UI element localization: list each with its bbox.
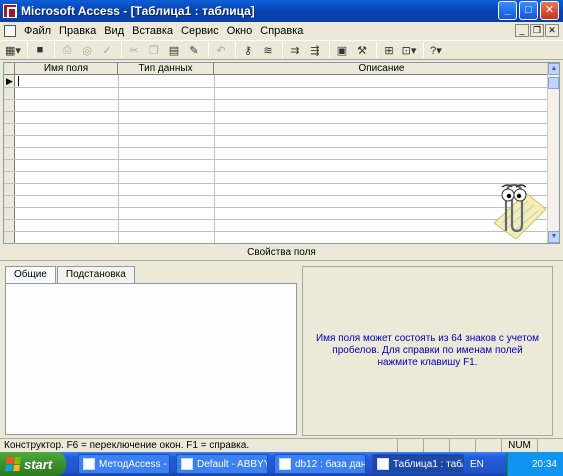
grid-row-line [4, 99, 549, 100]
column-header-description[interactable]: Описание [214, 63, 549, 75]
doc-minimize-button[interactable]: _ [515, 24, 529, 37]
status-pane [449, 439, 475, 452]
status-text: Конструктор. F6 = переключение окон. F1 … [4, 440, 250, 451]
system-tray: 20:34 [507, 452, 563, 476]
help-text-panel: Имя поля может состоять из 64 знаков с у… [302, 266, 553, 436]
scroll-down-icon[interactable]: ▼ [548, 231, 559, 243]
text-cursor [18, 76, 19, 86]
windows-logo-icon [5, 457, 21, 471]
scroll-thumb[interactable] [548, 77, 559, 89]
field-design-grid[interactable]: Имя поля Тип данных Описание ▶ ▲ ▼ [3, 62, 560, 244]
window-title: Microsoft Access - [Таблица1 : таблица] [21, 4, 255, 18]
database-window-icon[interactable]: ⊞ [380, 42, 398, 58]
undo-icon[interactable]: ↶ [212, 42, 230, 58]
grid-row-line [4, 219, 549, 220]
column-header-field-name[interactable]: Имя поля [15, 63, 118, 75]
status-pane [475, 439, 501, 452]
properties-tab-body [5, 283, 297, 435]
grid-row-line [4, 123, 549, 124]
current-row-arrow-icon: ▶ [6, 76, 13, 86]
status-pane [423, 439, 449, 452]
grid-row-line [4, 195, 549, 196]
indexes-icon[interactable]: ≋ [259, 42, 277, 58]
preview-icon[interactable]: ◎ [78, 42, 96, 58]
grid-row-line [4, 207, 549, 208]
word-doc-icon [83, 458, 95, 470]
document-icon[interactable] [4, 25, 16, 37]
menu-view[interactable]: Вид [100, 25, 128, 37]
maximize-button[interactable]: □ [519, 1, 538, 20]
menu-insert[interactable]: Вставка [128, 25, 177, 37]
toolbar: ▦▾ ■ ⎙ ◎ ✓ ✂ ❐ ▤ ✎ ↶ ⚷ ≋ ⇉ ⇶ ▣ ⚒ ⊞ ⊡▾ ?▾ [0, 40, 563, 60]
access-app-icon[interactable] [3, 4, 17, 18]
column-header-data-type[interactable]: Тип данных [118, 63, 214, 75]
cut-icon[interactable]: ✂ [125, 42, 143, 58]
num-lock-indicator: NUM [501, 439, 537, 452]
new-object-icon[interactable]: ⊡▾ [400, 42, 418, 58]
start-button[interactable]: start [0, 452, 66, 476]
doc-restore-button[interactable]: ❐ [530, 24, 544, 37]
grid-row-line [4, 135, 549, 136]
status-pane [537, 439, 563, 452]
taskbar: start МетодAccess - ... Default - ABBYY … [0, 452, 563, 476]
taskbar-button-metod-access[interactable]: МетодAccess - ... [78, 454, 170, 474]
close-button[interactable]: ✕ [540, 1, 559, 20]
grid-row-line [4, 183, 549, 184]
office-assistant-clippy-icon[interactable] [486, 175, 548, 241]
taskbar-button-table1[interactable]: Таблица1 : табл... [372, 454, 464, 474]
abbyy-icon [181, 458, 193, 470]
grid-row-line [4, 87, 549, 88]
menu-file[interactable]: Файл [20, 25, 55, 37]
menu-edit[interactable]: Правка [55, 25, 100, 37]
menu-tools[interactable]: Сервис [177, 25, 223, 37]
copy-icon[interactable]: ❐ [145, 42, 163, 58]
menu-window[interactable]: Окно [223, 25, 257, 37]
properties-icon[interactable]: ▣ [333, 42, 351, 58]
format-painter-icon[interactable]: ✎ [185, 42, 203, 58]
field-properties-label: Свойства поля [0, 247, 563, 261]
language-indicator[interactable]: EN [470, 459, 484, 470]
grid-row-line [4, 243, 549, 244]
taskbar-button-db12[interactable]: db12 : база дан... [274, 454, 366, 474]
menu-bar: Файл Правка Вид Вставка Сервис Окно Спра… [0, 22, 563, 40]
menu-help[interactable]: Справка [256, 25, 307, 37]
save-icon[interactable]: ■ [31, 42, 49, 58]
doc-close-button[interactable]: ✕ [545, 24, 559, 37]
access-db-icon [279, 458, 291, 470]
grid-row-line [4, 171, 549, 172]
start-label: start [24, 456, 53, 472]
table-icon [377, 458, 389, 470]
row-selector-header [4, 63, 15, 75]
minimize-button[interactable]: _ [498, 1, 517, 20]
primary-key-icon[interactable]: ⚷ [239, 42, 257, 58]
print-icon[interactable]: ⎙ [58, 42, 76, 58]
table-view-icon[interactable]: ▦▾ [4, 42, 22, 58]
delete-rows-icon[interactable]: ⇶ [306, 42, 324, 58]
taskbar-button-abbyy[interactable]: Default - ABBYY ... [176, 454, 268, 474]
grid-row-line [4, 159, 549, 160]
clock[interactable]: 20:34 [532, 459, 557, 470]
properties-tab-panel: Общие Подстановка [5, 266, 299, 436]
scroll-up-icon[interactable]: ▲ [548, 63, 559, 75]
insert-rows-icon[interactable]: ⇉ [286, 42, 304, 58]
grid-row-line [4, 147, 549, 148]
help-text: Имя поля может состоять из 64 знаков с у… [315, 333, 540, 368]
status-bar: Конструктор. F6 = переключение окон. F1 … [0, 438, 563, 452]
grid-row-line [4, 231, 549, 232]
title-bar: Microsoft Access - [Таблица1 : таблица] … [0, 0, 563, 22]
spell-icon[interactable]: ✓ [98, 42, 116, 58]
grid-vertical-scrollbar[interactable]: ▲ ▼ [547, 63, 559, 243]
tab-lookup[interactable]: Подстановка [56, 266, 135, 283]
grid-row-line [4, 111, 549, 112]
help-icon[interactable]: ?▾ [427, 42, 445, 58]
build-icon[interactable]: ⚒ [353, 42, 371, 58]
paste-icon[interactable]: ▤ [165, 42, 183, 58]
tab-general[interactable]: Общие [5, 266, 56, 284]
status-pane [397, 439, 423, 452]
